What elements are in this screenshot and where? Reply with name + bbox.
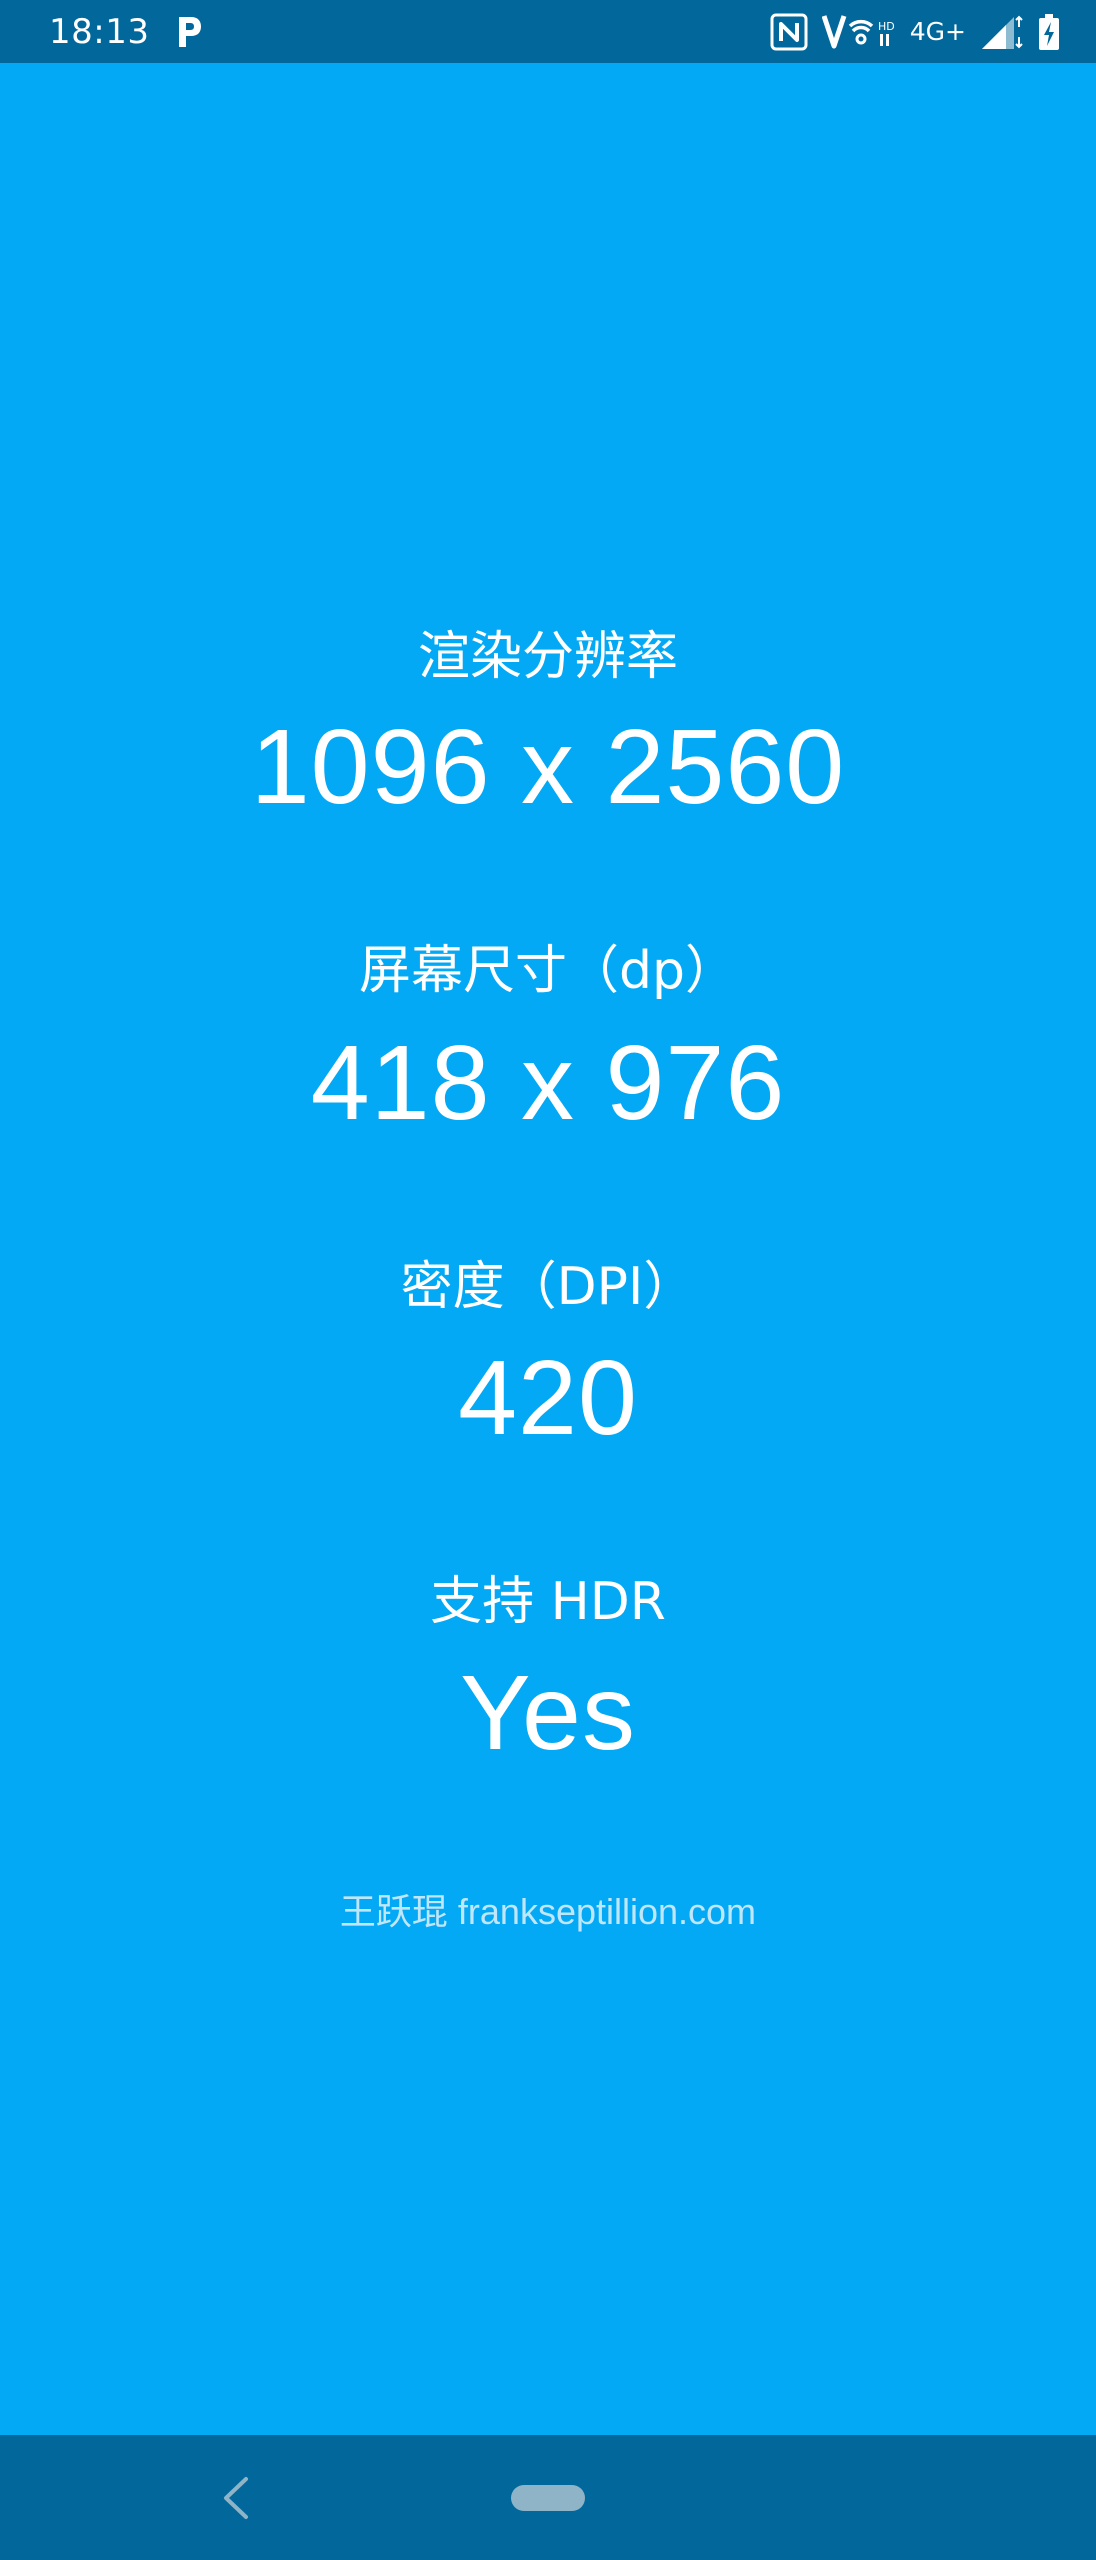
status-icons: HD 4G+	[756, 10, 1060, 54]
render-resolution-label: 渲染分辨率	[417, 627, 678, 687]
status-time: 18:13	[49, 12, 150, 52]
render-resolution-value: 1096 x 2560	[250, 708, 846, 826]
screen-info-panel: 渲染分辨率 1096 x 2560 屏幕尺寸（dp） 418 x 976 密度（…	[0, 63, 1096, 2435]
screen-size-value: 418 x 976	[310, 1024, 786, 1142]
hdr-label: 支持 HDR	[430, 1572, 666, 1632]
svg-text:HD: HD	[878, 20, 895, 33]
nfc-icon	[770, 13, 808, 51]
screen-size-label: 屏幕尺寸（dp）	[358, 941, 738, 1001]
signal-icon	[982, 15, 1023, 49]
status-bar: 18:13 HD 4G+	[0, 0, 1096, 63]
footer-credit[interactable]: 王跃琨 frankseptillion.com	[0, 1889, 1096, 1935]
home-pill[interactable]	[511, 2485, 585, 2511]
battery-charging-icon	[1039, 14, 1059, 50]
density-label: 密度（DPI）	[400, 1257, 696, 1317]
p-notification-icon	[179, 17, 201, 47]
navigation-bar	[0, 2435, 1096, 2560]
density-value: 420	[458, 1339, 638, 1457]
back-icon[interactable]	[218, 2475, 254, 2521]
volte-wifi-icon: HD	[821, 15, 895, 49]
hdr-value: Yes	[460, 1654, 636, 1772]
network-type-label: 4G+	[909, 17, 966, 46]
